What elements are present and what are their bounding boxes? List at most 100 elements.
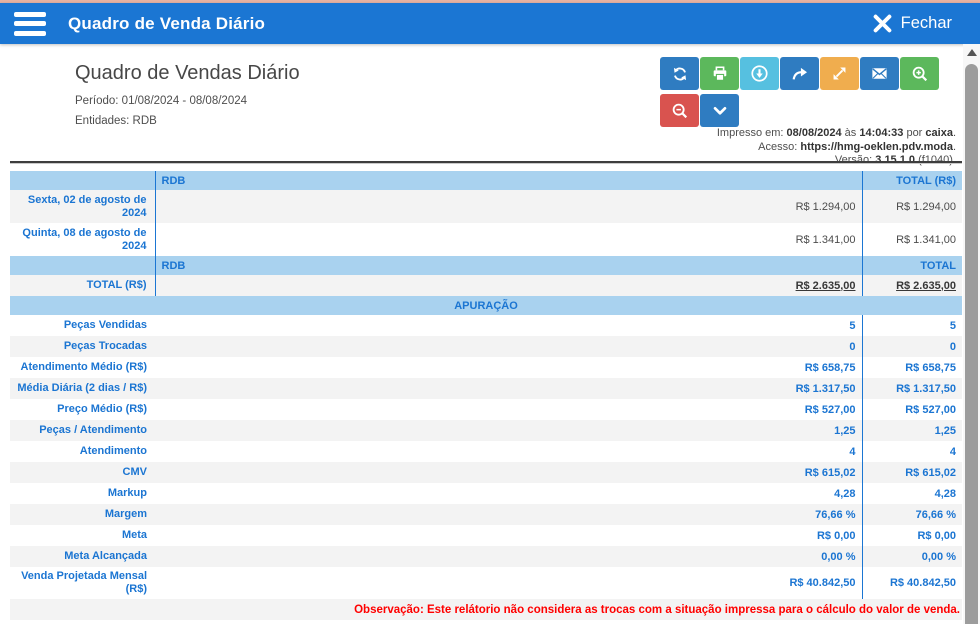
rdb-value: 76,66 % [155, 504, 862, 525]
total-row: TOTAL (R$) R$ 2.635,00 R$ 2.635,00 [10, 275, 962, 296]
row-label: TOTAL (R$) [10, 275, 155, 296]
metric-row: Markup4,284,28 [10, 483, 962, 504]
rdb-value: 5 [155, 315, 862, 336]
row-label: Preço Médio (R$) [10, 399, 155, 420]
rdb-value: R$ 615,02 [155, 462, 862, 483]
metric-row: Atendimento44 [10, 441, 962, 462]
total-value: 4,28 [862, 483, 962, 504]
vertical-scrollbar[interactable] [963, 44, 980, 624]
metric-row: Média Diária (2 dias / R$)R$ 1.317,50R$ … [10, 378, 962, 399]
sales-table: RDB TOTAL (R$) Sexta, 02 de agosto de 20… [10, 171, 962, 620]
rdb-value: 4 [155, 441, 862, 462]
entity-column-header: RDB [155, 256, 862, 275]
rdb-value: R$ 1.341,00 [155, 223, 862, 256]
rdb-value: R$ 40.842,50 [155, 567, 862, 599]
topbar-title: Quadro de Venda Diário [68, 14, 265, 34]
row-label: Margem [10, 504, 155, 525]
email-button[interactable] [860, 57, 899, 90]
rdb-value: R$ 527,00 [155, 399, 862, 420]
metric-row: CMVR$ 615,02R$ 615,02 [10, 462, 962, 483]
email-icon [870, 64, 889, 83]
entity-column-header: RDB [155, 171, 862, 190]
close-label: Fechar [901, 14, 952, 33]
row-label: Atendimento [10, 441, 155, 462]
entities-label: Entidades: RDB [75, 115, 157, 127]
observation-text: Observação: Este relátorio não considera… [10, 599, 962, 620]
rdb-value: 1,25 [155, 420, 862, 441]
total-value: R$ 2.635,00 [862, 275, 962, 296]
metric-row: Peças / Atendimento1,251,25 [10, 420, 962, 441]
total-value: R$ 658,75 [862, 357, 962, 378]
download-icon [750, 64, 769, 83]
total-value: 1,25 [862, 420, 962, 441]
date-row: Quinta, 08 de agosto de 2024R$ 1.341,00R… [10, 223, 962, 256]
total-value: 4 [862, 441, 962, 462]
row-label: Venda Projetada Mensal (R$) [10, 567, 155, 599]
rdb-value: R$ 2.635,00 [155, 275, 862, 296]
print-button[interactable] [700, 57, 739, 90]
total-value: 5 [862, 315, 962, 336]
entity-header-row-2: RDB TOTAL [10, 256, 962, 275]
rdb-value: 0,00 % [155, 546, 862, 567]
access-line: Acesso: https://hmg-oeklen.pdv.moda. [717, 141, 956, 155]
refresh-button[interactable] [660, 57, 699, 90]
row-label: Peças / Atendimento [10, 420, 155, 441]
total-value: R$ 615,02 [862, 462, 962, 483]
zoom-out-icon [671, 102, 689, 120]
refresh-icon [671, 65, 689, 83]
scroll-up-arrow-icon[interactable] [967, 49, 977, 56]
printed-line: Impresso em: 08/08/2024 às 14:04:33 por … [717, 127, 956, 141]
collapse-button[interactable] [700, 94, 739, 127]
print-icon [711, 65, 729, 83]
metric-row: Margem76,66 %76,66 % [10, 504, 962, 525]
total-value: R$ 1.317,50 [862, 378, 962, 399]
row-label: Markup [10, 483, 155, 504]
empty-header-cell [10, 256, 155, 275]
divider [10, 161, 962, 164]
rdb-value: 0 [155, 336, 862, 357]
download-button[interactable] [740, 57, 779, 90]
close-button[interactable]: Fechar [865, 3, 958, 44]
share-button[interactable] [780, 57, 819, 90]
section-header: APURAÇÃO [10, 296, 962, 315]
rdb-value: R$ 1.294,00 [155, 190, 862, 223]
metric-row: Atendimento Médio (R$)R$ 658,75R$ 658,75 [10, 357, 962, 378]
total-column-header: TOTAL (R$) [862, 171, 962, 190]
zoom-in-button[interactable] [900, 57, 939, 90]
share-icon [791, 65, 809, 83]
zoom-out-button[interactable] [660, 94, 699, 127]
total-value: R$ 0,00 [862, 525, 962, 546]
report-toolbar [660, 57, 940, 131]
row-label: Peças Trocadas [10, 336, 155, 357]
total-column-header: TOTAL [862, 256, 962, 275]
scrollbar-thumb[interactable] [965, 64, 978, 624]
rdb-value: R$ 658,75 [155, 357, 862, 378]
total-value: 0 [862, 336, 962, 357]
expand-button[interactable] [820, 57, 859, 90]
row-label: Meta [10, 525, 155, 546]
menu-button[interactable] [14, 12, 46, 36]
metric-row: Peças Trocadas00 [10, 336, 962, 357]
access-url: https://hmg-oeklen.pdv.moda [800, 141, 953, 153]
metric-row: Peças Vendidas55 [10, 315, 962, 336]
period-label: Período: 01/08/2024 - 08/08/2024 [75, 95, 247, 107]
total-value: R$ 1.341,00 [862, 223, 962, 256]
row-label: Peças Vendidas [10, 315, 155, 336]
empty-header-cell [10, 171, 155, 190]
total-value: R$ 40.842,50 [862, 567, 962, 599]
page-title: Quadro de Vendas Diário [75, 62, 300, 85]
total-value: R$ 527,00 [862, 399, 962, 420]
date-row: Sexta, 02 de agosto de 2024R$ 1.294,00R$… [10, 190, 962, 223]
total-value: 76,66 % [862, 504, 962, 525]
total-value: R$ 1.294,00 [862, 190, 962, 223]
metric-row: Venda Projetada Mensal (R$)R$ 40.842,50R… [10, 567, 962, 599]
metric-row: Meta Alcançada0,00 %0,00 % [10, 546, 962, 567]
entity-header-row: RDB TOTAL (R$) [10, 171, 962, 190]
chevron-down-icon [711, 102, 729, 120]
row-label: Meta Alcançada [10, 546, 155, 567]
app-topbar: Quadro de Venda Diário Fechar [0, 3, 980, 44]
section-header-row: APURAÇÃO [10, 296, 962, 315]
sales-table-wrap: RDB TOTAL (R$) Sexta, 02 de agosto de 20… [10, 171, 962, 620]
total-value: 0,00 % [862, 546, 962, 567]
rdb-value: 4,28 [155, 483, 862, 504]
